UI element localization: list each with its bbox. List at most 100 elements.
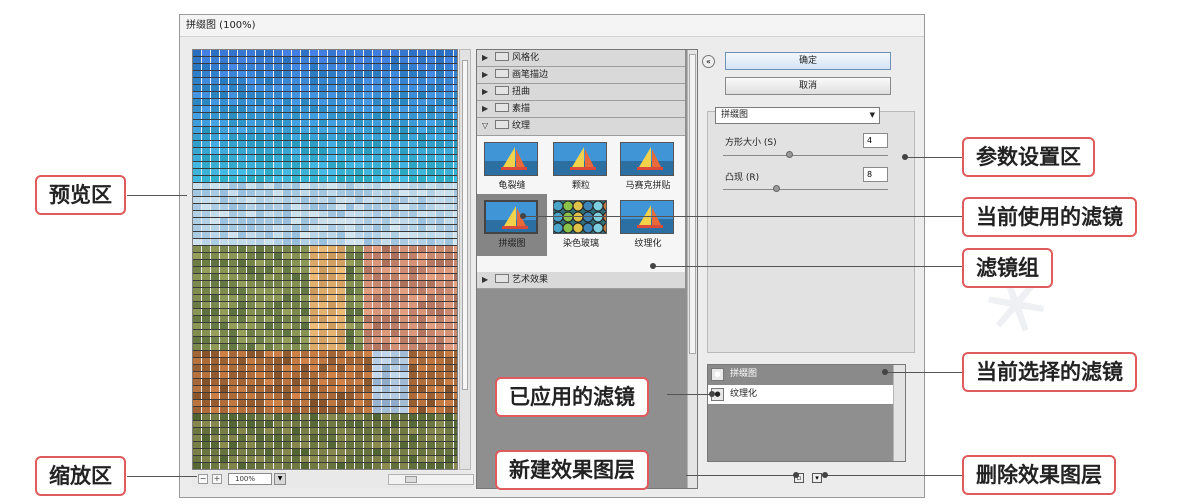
mosaic-tile [346,456,354,462]
zoom-out-button[interactable]: − [198,474,208,484]
scroll-thumb[interactable] [689,54,696,354]
mosaic-tile [301,288,309,294]
mosaic-tile [220,92,228,98]
category-label: 风格化 [512,53,540,63]
mosaic-tile [247,211,255,217]
mosaic-tile [193,344,201,350]
mosaic-tile [337,428,345,434]
mosaic-tile [436,463,444,469]
category-texture[interactable]: ▽ 纹理 [477,118,685,136]
relief-field[interactable]: 8 [863,167,888,182]
category-stylize[interactable]: ▶ 风格化 [477,50,685,67]
filter-thumb-texturizer[interactable]: 纹理化 [617,198,679,249]
mosaic-tile [427,421,435,427]
relief-slider-knob[interactable] [772,185,780,192]
mosaic-tile [382,169,390,175]
effect-layer-patchwork[interactable]: ● 拼缀图 [708,365,894,385]
relief-slider[interactable] [723,189,888,190]
scroll-thumb[interactable] [462,60,468,390]
mosaic-tile [265,302,273,308]
preview-horizontal-scrollbar[interactable] [388,474,474,485]
mosaic-tile [274,141,282,147]
mosaic-tile [283,239,291,245]
mosaic-tile [427,134,435,140]
mosaic-tile [292,449,300,455]
mosaic-tile [292,400,300,406]
mosaic-tile [445,274,453,280]
category-distort[interactable]: ▶ 扭曲 [477,84,685,101]
mosaic-tile [454,85,457,91]
mosaic-tile [202,302,210,308]
cancel-button[interactable]: 取消 [725,77,891,95]
mosaic-tile [454,218,457,224]
square-size-field[interactable]: 4 [863,133,888,148]
mosaic-tile [445,330,453,336]
square-size-slider[interactable] [723,155,888,156]
mosaic-tile [364,169,372,175]
mosaic-tile [220,351,228,357]
filter-thumb-mosaic-tiles[interactable]: 马赛克拼贴 [617,140,679,191]
mosaic-tile [301,260,309,266]
collapse-gallery-button[interactable]: « [702,55,715,68]
mosaic-tile [202,463,210,469]
mosaic-tile [328,393,336,399]
mosaic-tile [310,127,318,133]
mosaic-tile [409,225,417,231]
mosaic-tile [238,428,246,434]
mosaic-tile [193,393,201,399]
zoom-dropdown-icon[interactable]: ▼ [274,473,286,485]
mosaic-tile [265,379,273,385]
preview-area[interactable] [192,49,458,470]
filter-thumb-stained-glass[interactable]: 染色玻璃 [550,198,612,249]
filter-select[interactable]: 拼缀图 ▼ [715,107,880,124]
mosaic-tile [436,218,444,224]
mosaic-tile [382,57,390,63]
mosaic-tile [274,358,282,364]
filter-thumb-craquelure[interactable]: 龟裂缝 [481,140,543,191]
zoom-level-field[interactable]: 100% [228,473,272,485]
gallery-scrollbar[interactable] [687,50,697,488]
mosaic-tile [292,141,300,147]
mosaic-tile [193,134,201,140]
mosaic-grout [193,210,457,211]
category-sketch[interactable]: ▶ 素描 [477,101,685,118]
mosaic-tile [283,127,291,133]
mosaic-tile [427,442,435,448]
zoom-in-button[interactable]: + [212,474,222,484]
ok-button[interactable]: 确定 [725,52,891,70]
mosaic-tile [382,302,390,308]
mosaic-tile [355,421,363,427]
mosaic-tile [211,449,219,455]
square-size-slider-knob[interactable] [786,151,793,158]
mosaic-tile [283,330,291,336]
filter-thumb-grain[interactable]: 颗粒 [550,140,612,191]
mosaic-tile [454,64,457,70]
mosaic-tile [400,337,408,343]
trash-icon[interactable]: ▾ [812,473,822,483]
mosaic-tile [346,379,354,385]
mosaic-tile [409,78,417,84]
mosaic-tile [364,218,372,224]
mosaic-tile [436,316,444,322]
mosaic-tile [229,393,237,399]
mosaic-tile [247,442,255,448]
mosaic-tile [409,435,417,441]
mosaic-tile [274,323,282,329]
layers-scrollbar[interactable] [893,365,905,461]
preview-vertical-scrollbar[interactable] [459,49,471,470]
leader-dot [520,213,526,219]
mosaic-tile [283,211,291,217]
filter-thumb-patchwork[interactable]: 拼缀图 [481,198,543,249]
mosaic-tile [310,106,318,112]
effect-layer-texturizer[interactable]: ● 纹理化 [708,385,894,405]
mosaic-tile [418,218,426,224]
mosaic-tile [220,246,228,252]
scroll-thumb[interactable] [405,476,417,483]
mosaic-tile [256,120,264,126]
mosaic-tile [211,148,219,154]
eye-icon[interactable]: ● [711,368,724,381]
category-brush-strokes[interactable]: ▶ 画笔描边 [477,67,685,84]
mosaic-tile [247,428,255,434]
category-artistic[interactable]: ▶ 艺术效果 [477,272,685,289]
folder-icon [495,52,509,61]
